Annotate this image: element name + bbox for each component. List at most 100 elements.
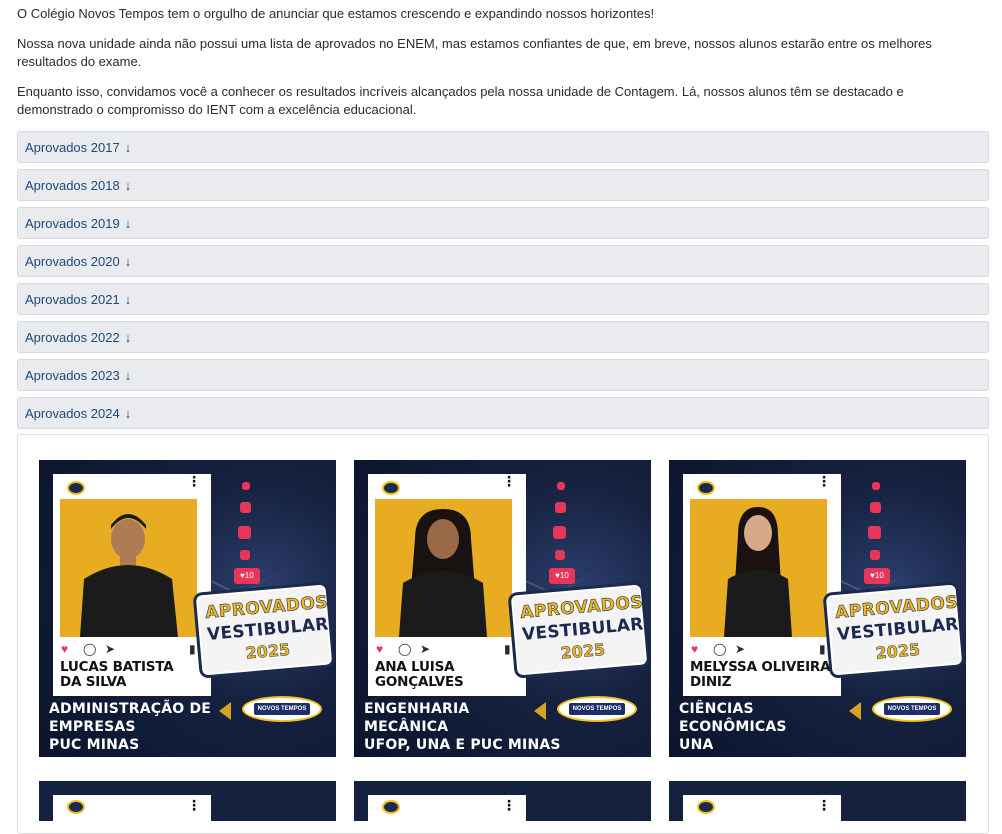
social-post-frame: ⋮ <box>368 795 526 821</box>
student-photo <box>60 499 197 637</box>
student-name-line: MELYSSA OLIVEIRA <box>690 659 831 675</box>
accordion-label: Aprovados 2022 <box>25 329 120 345</box>
accordion-item-2023[interactable]: Aprovados 2023 ↓ <box>17 359 989 391</box>
heart-icon: ♥ <box>376 642 384 656</box>
accordion-item-2024[interactable]: Aprovados 2024 ↓ <box>17 397 989 429</box>
accordion-item-2020[interactable]: Aprovados 2020 ↓ <box>17 245 989 277</box>
accordion-label: Aprovados 2017 <box>25 139 120 155</box>
accordion-label: Aprovados 2024 <box>25 405 120 421</box>
comment-icon: ◯ <box>398 642 412 656</box>
intro-paragraph-2: Nossa nova unidade ainda não possui uma … <box>17 36 932 69</box>
heart-icon <box>240 550 250 560</box>
approved-card[interactable]: ⋮ <box>354 781 651 821</box>
school-logo-icon <box>67 800 85 814</box>
like-count-badge: ♥10 <box>549 568 575 584</box>
more-icon: ⋮ <box>187 473 201 489</box>
accordion-label: Aprovados 2020 <box>25 253 120 269</box>
heart-icon <box>872 482 880 490</box>
approved-card[interactable]: ⋮ ♥ ◯ ➤ ▮ LUCAS BATISTA DA SILVA ♥10 APR… <box>39 460 336 757</box>
arrow-down-icon: ↓ <box>124 329 132 345</box>
comment-icon: ◯ <box>713 642 727 656</box>
course-info: ENGENHARIA MECÂNICA UFOP, UNA E PUC MINA… <box>364 700 561 754</box>
accordion-panel-2024: ⋮ ♥ ◯ ➤ ▮ LUCAS BATISTA DA SILVA ♥10 APR… <box>17 434 989 834</box>
course-line: UNA <box>679 737 714 753</box>
approved-badge: APROVADOS VESTIBULAR 2025 <box>510 584 648 676</box>
approved-card[interactable]: ⋮ <box>39 781 336 821</box>
accordion-label: Aprovados 2023 <box>25 367 120 383</box>
heart-icon <box>555 502 566 513</box>
school-logo-icon <box>67 481 85 495</box>
heart-icon <box>868 526 881 539</box>
course-line: ECONÔMICAS <box>679 719 787 735</box>
approved-card[interactable]: ⋮ ♥ ◯ ➤ ▮ MELYSSA OLIVEIRA DINIZ ♥10 APR… <box>669 460 966 757</box>
arrow-down-icon: ↓ <box>124 253 132 269</box>
social-post-frame: ⋮ ♥ ◯ ➤ ▮ MELYSSA OLIVEIRA DINIZ <box>683 474 841 696</box>
student-silhouette <box>399 509 487 637</box>
approved-card[interactable]: ⋮ <box>669 781 966 821</box>
social-post-frame: ⋮ <box>683 795 841 821</box>
like-count-badge: ♥10 <box>234 568 260 584</box>
more-icon: ⋮ <box>187 797 201 813</box>
likes-stack: ♥10 <box>549 482 579 592</box>
student-silhouette <box>80 514 178 637</box>
more-icon: ⋮ <box>817 473 831 489</box>
school-logo-icon <box>697 481 715 495</box>
accordion-item-2021[interactable]: Aprovados 2021 ↓ <box>17 283 989 315</box>
brand-text: NOVOS TEMPOS <box>569 703 625 715</box>
brand-text: NOVOS TEMPOS <box>884 703 940 715</box>
student-name: LUCAS BATISTA DA SILVA <box>60 660 210 690</box>
student-name-line: GONÇALVES <box>375 674 464 690</box>
approved-card[interactable]: ⋮ ♥ ◯ ➤ ▮ ANA LUISA GONÇALVES ♥10 APROVA… <box>354 460 651 757</box>
play-arrow-icon <box>219 702 231 720</box>
novos-tempos-logo: NOVOS TEMPOS <box>242 696 322 722</box>
social-post-frame: ⋮ ♥ ◯ ➤ ▮ ANA LUISA GONÇALVES <box>368 474 526 696</box>
accordion-item-2017[interactable]: Aprovados 2017 ↓ <box>17 131 989 163</box>
share-icon: ➤ <box>735 642 746 656</box>
arrow-down-icon: ↓ <box>124 405 132 421</box>
accordion-label: Aprovados 2021 <box>25 291 120 307</box>
more-icon: ⋮ <box>502 797 516 813</box>
student-name: ANA LUISA GONÇALVES <box>375 660 525 690</box>
accordion-label: Aprovados 2018 <box>25 177 120 193</box>
course-line: ADMINISTRAÇÃO DE <box>49 701 212 717</box>
play-arrow-icon <box>849 702 861 720</box>
post-actions: ♥ ◯ ➤ ▮ <box>61 642 203 656</box>
bookmark-icon: ▮ <box>819 642 826 656</box>
arrow-down-icon: ↓ <box>124 291 132 307</box>
arrow-down-icon: ↓ <box>124 139 132 155</box>
like-count: 10 <box>559 571 569 580</box>
heart-icon <box>870 502 881 513</box>
course-line: EMPRESAS <box>49 719 136 735</box>
more-icon: ⋮ <box>817 797 831 813</box>
student-silhouette <box>724 507 792 637</box>
likes-stack: ♥10 <box>234 482 264 592</box>
heart-icon <box>555 550 565 560</box>
approved-accordion: Aprovados 2017 ↓ Aprovados 2018 ↓ Aprovado… <box>17 131 989 435</box>
accordion-label: Aprovados 2019 <box>25 215 120 231</box>
course-line: ENGENHARIA <box>364 701 470 717</box>
like-count: 10 <box>874 571 884 580</box>
more-icon: ⋮ <box>502 473 516 489</box>
novos-tempos-logo: NOVOS TEMPOS <box>557 696 637 722</box>
heart-icon <box>238 526 251 539</box>
likes-stack: ♥10 <box>864 482 894 592</box>
intro-text: O Colégio Novos Tempos tem o orgulho de … <box>17 5 977 131</box>
arrow-down-icon: ↓ <box>124 177 132 193</box>
course-line: UFOP, UNA E PUC MINAS <box>364 737 561 753</box>
heart-icon <box>557 482 565 490</box>
share-icon: ➤ <box>420 642 431 656</box>
arrow-down-icon: ↓ <box>124 367 132 383</box>
heart-icon <box>553 526 566 539</box>
student-name-line: ANA LUISA <box>375 659 455 675</box>
post-actions: ♥ ◯ ➤ ▮ <box>691 642 833 656</box>
share-icon: ➤ <box>105 642 116 656</box>
heart-icon <box>240 502 251 513</box>
accordion-item-2022[interactable]: Aprovados 2022 ↓ <box>17 321 989 353</box>
brand-text: NOVOS TEMPOS <box>254 703 310 715</box>
bookmark-icon: ▮ <box>504 642 511 656</box>
accordion-item-2019[interactable]: Aprovados 2019 ↓ <box>17 207 989 239</box>
comment-icon: ◯ <box>83 642 97 656</box>
heart-icon: ♥ <box>61 642 69 656</box>
school-logo-icon <box>697 800 715 814</box>
accordion-item-2018[interactable]: Aprovados 2018 ↓ <box>17 169 989 201</box>
